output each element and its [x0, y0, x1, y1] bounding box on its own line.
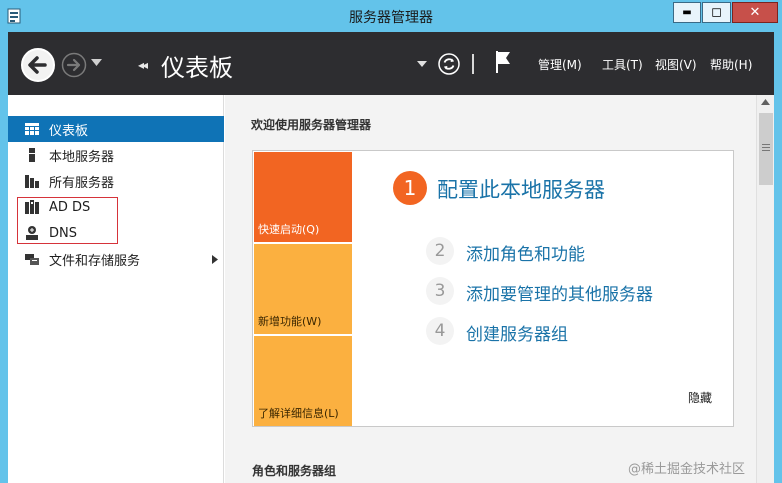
toolbar-separator	[472, 54, 474, 74]
forward-arrow-icon[interactable]	[61, 52, 87, 78]
chevron-right-icon[interactable]	[212, 255, 218, 264]
step-number-badge: 3	[426, 277, 454, 305]
sidebar-item-local-server[interactable]: 本地服务器	[8, 142, 224, 168]
step-create-server-group-link[interactable]: 创建服务器组	[466, 320, 568, 345]
vertical-scrollbar[interactable]	[756, 95, 774, 483]
page-title: 仪表板	[161, 54, 233, 82]
sidebar-nav: 仪表板 本地服务器 所有服务器 AD DS DNS 文件和存储服务	[8, 95, 224, 483]
all-servers-icon	[25, 175, 39, 188]
menu-tools[interactable]: 工具(T)	[602, 56, 643, 73]
breadcrumb-dropdown-icon[interactable]	[417, 61, 427, 68]
step-add-servers-link[interactable]: 添加要管理的其他服务器	[466, 280, 653, 305]
hide-link[interactable]: 隐藏	[688, 389, 712, 406]
close-button[interactable]: ✕	[732, 2, 778, 23]
file-storage-icon	[25, 254, 39, 265]
window-title: 服务器管理器	[349, 10, 433, 26]
step-configure-local-server-link[interactable]: 配置此本地服务器	[437, 174, 605, 204]
step-add-roles-link[interactable]: 添加角色和功能	[466, 240, 585, 265]
local-server-icon	[29, 148, 35, 162]
scroll-grip-line	[762, 150, 770, 151]
tile-whats-new[interactable]: 新增功能(W)	[254, 244, 352, 334]
tile-quick-start[interactable]: 快速启动(Q)	[254, 152, 352, 242]
step-number-badge: 4	[426, 317, 454, 345]
notifications-flag-icon[interactable]	[494, 50, 512, 74]
breadcrumb-arrows-icon: ◂◂	[138, 58, 148, 72]
close-icon: ✕	[749, 5, 761, 20]
maximize-icon: ◻	[711, 5, 722, 20]
watermark-text: @稀土掘金技术社区	[628, 462, 746, 477]
menu-help[interactable]: 帮助(H)	[710, 56, 752, 73]
history-dropdown-icon[interactable]	[91, 59, 102, 67]
maximize-button[interactable]: ◻	[702, 2, 731, 23]
sidebar-item-label: 仪表板	[49, 123, 89, 139]
dashboard-icon	[25, 123, 39, 135]
sidebar-item-dashboard[interactable]: 仪表板	[8, 116, 224, 142]
title-bar: 服务器管理器 ▬ ◻ ✕	[0, 0, 782, 32]
minimize-icon: ▬	[682, 7, 692, 18]
quick-start-panel: 快速启动(Q) 新增功能(W) 了解详细信息(L) 1 配置此本地服务器 2 添…	[252, 150, 734, 427]
minimize-button[interactable]: ▬	[673, 2, 701, 23]
sidebar-item-all-servers[interactable]: 所有服务器	[8, 168, 224, 194]
back-arrow-icon[interactable]	[20, 47, 56, 83]
main-content: 欢迎使用服务器管理器 快速启动(Q) 新增功能(W) 了解详细信息(L) 1 配…	[225, 95, 756, 483]
sidebar-item-label: 所有服务器	[49, 175, 115, 191]
scroll-thumb[interactable]	[759, 113, 773, 185]
tile-learn-more[interactable]: 了解详细信息(L)	[254, 336, 352, 426]
welcome-heading: 欢迎使用服务器管理器	[251, 118, 372, 132]
sidebar-item-label: 文件和存储服务	[49, 253, 141, 269]
sidebar-item-label: 本地服务器	[49, 149, 115, 165]
step-number-badge: 1	[393, 171, 427, 205]
window-frame-left	[0, 32, 8, 483]
header-toolbar: ◂◂ 仪表板 管理(M) 工具(T) 视图(V) 帮助(H)	[8, 32, 774, 95]
sidebar-item-file-storage[interactable]: 文件和存储服务	[8, 246, 224, 272]
refresh-icon[interactable]	[438, 53, 460, 75]
menu-view[interactable]: 视图(V)	[655, 56, 697, 73]
scroll-up-arrow-icon[interactable]	[761, 99, 770, 105]
menu-manage[interactable]: 管理(M)	[538, 56, 582, 73]
scroll-grip-line	[762, 147, 770, 148]
annotation-highlight-box	[17, 197, 118, 244]
roles-section-heading: 角色和服务器组	[252, 464, 337, 478]
step-number-badge: 2	[426, 237, 454, 265]
window-frame-right	[774, 32, 782, 483]
tile-label: 了解详细信息(L)	[258, 407, 339, 420]
tile-label: 快速启动(Q)	[258, 223, 320, 236]
tile-label: 新增功能(W)	[258, 315, 322, 328]
scroll-grip-line	[762, 144, 770, 145]
